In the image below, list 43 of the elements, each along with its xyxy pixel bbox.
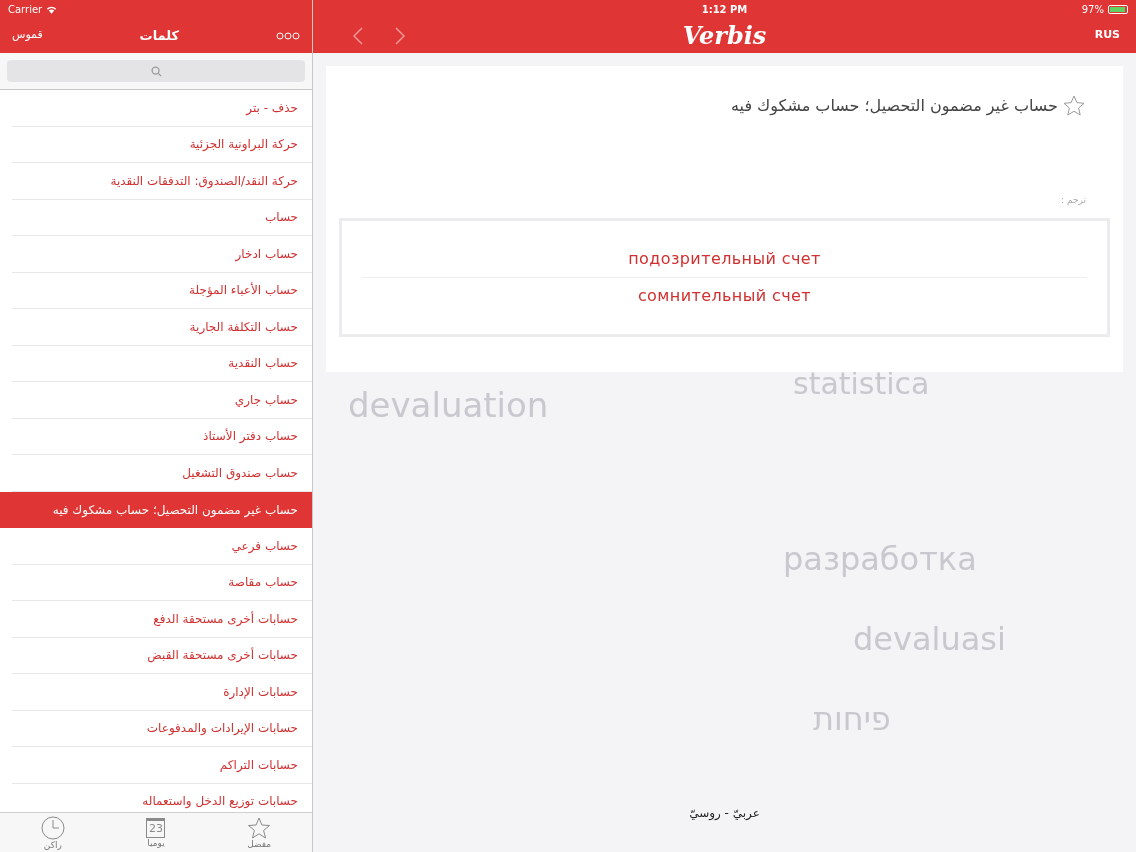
search-icon xyxy=(150,65,162,77)
word-list-item[interactable]: حركة البراونية الجزئية xyxy=(12,126,312,163)
status-time: 1:12 PM xyxy=(701,2,748,17)
app-logo: Verbis xyxy=(682,19,767,52)
clock-icon xyxy=(40,815,65,840)
tab-label[interactable]: مفضل xyxy=(247,839,272,849)
entry-term: حساب غير مضمون التحصيل؛ حساب مشكوك فيه xyxy=(730,95,1058,118)
translation-text: подозрительный счет xyxy=(628,247,821,270)
word-list-item[interactable]: حسابات الإدارة xyxy=(12,674,312,711)
word-list-item[interactable]: حساب النقدية xyxy=(12,345,312,382)
tab-label[interactable]: يوميا xyxy=(147,838,165,848)
word-list-item[interactable]: حساب جاري xyxy=(12,382,312,419)
wifi-icon xyxy=(46,4,58,14)
battery-percent: 97% xyxy=(1081,2,1104,17)
more-icon[interactable] xyxy=(276,31,300,40)
language-pair-label: عربيّ - روسيّ xyxy=(689,805,760,822)
search-field[interactable] xyxy=(7,60,305,82)
translation-text: сомнительный счет xyxy=(637,284,812,307)
carrier-label: Carrier xyxy=(8,2,43,17)
word-list-item[interactable]: حذف - بتر xyxy=(12,90,312,127)
language-button[interactable]: RUS xyxy=(1094,27,1120,44)
word-list-item[interactable]: حساب xyxy=(12,199,312,236)
word-list-item[interactable]: حساب دفتر الأستاذ xyxy=(12,418,312,455)
tab-label[interactable]: راكن xyxy=(43,840,62,850)
dictionary-button[interactable]: قموس xyxy=(12,27,43,44)
calendar-icon: 23 xyxy=(146,817,166,838)
favorite-star-icon[interactable] xyxy=(1062,94,1086,118)
word-list-item[interactable]: حساب صندوق التشغيل xyxy=(12,455,312,492)
word-list-item[interactable]: حساب الأعباء المؤجلة xyxy=(12,272,312,309)
panel-title: كلمات xyxy=(139,26,180,45)
word-list-item[interactable]: حسابات أخرى مستحقة القبض xyxy=(12,637,312,674)
word-list-item[interactable]: حساب فرعي xyxy=(12,528,312,565)
word-list-item[interactable]: حسابات التراكم xyxy=(12,747,312,784)
star-icon xyxy=(247,816,272,839)
word-list-item[interactable]: حسابات الإيرادات والمدفوعات xyxy=(12,710,312,747)
word-list-item[interactable]: حساب ادخار xyxy=(12,236,312,273)
word-list-item[interactable]: حساب مقاصة xyxy=(12,564,312,601)
word-list-item[interactable]: حساب غير مضمون التحصيل؛ حساب مشكوك فيه xyxy=(0,491,312,528)
word-list-item[interactable]: حسابات أخرى مستحقة الدفع xyxy=(12,601,312,638)
word-list-item[interactable]: حساب التكلفة الجارية xyxy=(12,309,312,346)
translate-label: ترجم : xyxy=(1061,194,1086,207)
battery-icon xyxy=(1108,4,1128,14)
word-list-item[interactable]: حركة النقد/الصندوق: التدفقات النقدية xyxy=(12,163,312,200)
